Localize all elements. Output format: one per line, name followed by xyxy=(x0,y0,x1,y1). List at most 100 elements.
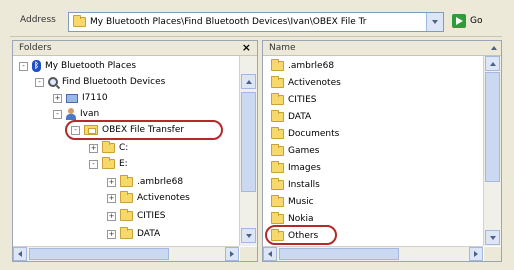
tree-item-activenotes[interactable]: + Activenotes xyxy=(107,190,190,206)
folder-icon xyxy=(120,191,133,203)
tree-item-my-bluetooth-places[interactable]: - ᛒ My Bluetooth Places xyxy=(19,58,136,74)
scroll-thumb[interactable] xyxy=(241,92,256,192)
folder-icon xyxy=(120,175,133,187)
collapse-icon[interactable]: - xyxy=(53,109,62,119)
expand-icon[interactable]: + xyxy=(107,177,116,187)
tree-item-label: I7110 xyxy=(82,93,108,103)
tree-item-label: .ambrle68 xyxy=(137,177,184,187)
tree-item-ivan[interactable]: - Ivan xyxy=(53,106,99,122)
computer-icon xyxy=(66,93,78,103)
arrow-left-icon xyxy=(268,251,272,257)
tree-item-e-drive[interactable]: - E: xyxy=(89,156,128,172)
tree-item-label: C: xyxy=(119,143,129,153)
folder-icon xyxy=(271,211,284,224)
go-button[interactable]: Go xyxy=(452,12,498,30)
scroll-up-button[interactable] xyxy=(241,74,256,89)
files-horizontal-scrollbar[interactable] xyxy=(263,246,483,261)
tree-item-c-drive[interactable]: + C: xyxy=(89,140,128,156)
folder-icon xyxy=(271,194,284,207)
tree-item-find-bluetooth-devices[interactable]: - Find Bluetooth Devices xyxy=(35,74,165,90)
list-item[interactable]: CITIES xyxy=(271,92,317,107)
expand-icon[interactable]: + xyxy=(107,211,116,221)
list-item[interactable]: Games xyxy=(271,143,319,158)
scroll-right-button[interactable] xyxy=(225,247,239,261)
arrow-down-icon xyxy=(245,233,252,238)
tree-item-label: DATA xyxy=(137,229,161,239)
collapse-icon[interactable]: - xyxy=(89,159,98,169)
tree-item-label: CITIES xyxy=(137,211,166,221)
go-label: Go xyxy=(470,16,483,26)
expand-icon[interactable]: + xyxy=(107,193,116,203)
folder-icon xyxy=(271,75,284,88)
address-bar: Address My Bluetooth Places\Find Bluetoo… xyxy=(10,6,502,37)
list-item[interactable]: Installs xyxy=(271,177,320,192)
scroll-thumb[interactable] xyxy=(29,248,169,260)
folders-pane-header: Folders × xyxy=(13,41,257,56)
folder-icon xyxy=(73,15,86,27)
folder-tree: - ᛒ My Bluetooth Places - Find Bluetooth… xyxy=(13,56,239,246)
collapse-icon[interactable]: - xyxy=(19,61,28,71)
folder-icon xyxy=(120,227,133,239)
folders-pane: Folders × - ᛒ My Bluetooth Places - Find… xyxy=(12,40,258,262)
expand-icon[interactable]: + xyxy=(107,229,116,239)
tree-item-cities[interactable]: + CITIES xyxy=(107,208,166,224)
scroll-thumb[interactable] xyxy=(485,72,500,182)
scroll-down-button[interactable] xyxy=(241,228,256,243)
address-field[interactable]: My Bluetooth Places\Find Bluetooth Devic… xyxy=(68,12,444,32)
arrow-right-icon xyxy=(474,251,478,257)
column-name-label: Name xyxy=(269,43,296,53)
expand-icon[interactable]: + xyxy=(89,143,98,153)
address-dropdown-button[interactable] xyxy=(426,13,443,31)
close-icon[interactable]: × xyxy=(242,41,251,54)
tree-item-label: Activenotes xyxy=(137,193,190,203)
arrow-up-icon xyxy=(245,79,252,84)
tree-item-label: OBEX File Transfer xyxy=(102,125,185,135)
tree-item-label: Ivan xyxy=(80,109,100,119)
folder-icon xyxy=(120,209,133,221)
tree-item-ambrle68[interactable]: + .ambrle68 xyxy=(107,174,183,190)
folder-icon xyxy=(271,58,284,71)
list-item[interactable]: DATA xyxy=(271,109,311,124)
list-item-label: Activenotes xyxy=(288,77,341,88)
folder-icon xyxy=(271,177,284,190)
collapse-icon[interactable]: - xyxy=(35,77,44,87)
list-item[interactable]: Images xyxy=(271,160,321,175)
files-vertical-scrollbar[interactable] xyxy=(483,56,501,246)
scroll-thumb[interactable] xyxy=(279,248,399,260)
tree-item-obex-file-transfer[interactable]: - OBEX File Transfer xyxy=(71,122,184,138)
scroll-left-button[interactable] xyxy=(13,247,27,261)
search-devices-icon xyxy=(48,77,58,87)
list-item-label: Installs xyxy=(288,179,320,190)
list-item[interactable]: Music xyxy=(271,194,314,209)
arrow-down-icon xyxy=(489,235,496,240)
list-item[interactable]: .ambrle68 xyxy=(271,58,334,73)
column-header-name[interactable]: Name xyxy=(263,41,501,56)
list-item-label: Others xyxy=(288,230,319,241)
list-item-label: DATA xyxy=(288,111,312,122)
bluetooth-icon: ᛒ xyxy=(32,60,41,72)
expand-icon[interactable]: + xyxy=(53,93,62,103)
list-item[interactable]: Documents xyxy=(271,126,339,141)
scrollbar-corner xyxy=(484,247,501,261)
list-item-label: Music xyxy=(288,196,314,207)
list-item-label: Documents xyxy=(288,128,340,139)
scroll-down-button[interactable] xyxy=(485,230,500,245)
tree-item-i7110[interactable]: + I7110 xyxy=(53,90,108,106)
scroll-up-button[interactable] xyxy=(485,56,500,71)
list-item[interactable]: Activenotes xyxy=(271,75,341,90)
address-path[interactable]: My Bluetooth Places\Find Bluetooth Devic… xyxy=(90,17,420,27)
folders-horizontal-scrollbar[interactable] xyxy=(13,246,239,261)
list-item[interactable]: Nokia xyxy=(271,211,313,226)
scroll-left-button[interactable] xyxy=(263,247,277,261)
file-list: .ambrle68 Activenotes CITIES DATA Docume… xyxy=(263,56,483,246)
folders-pane-title: Folders xyxy=(19,43,52,53)
scroll-right-button[interactable] xyxy=(469,247,483,261)
folder-icon xyxy=(102,141,115,153)
folder-icon xyxy=(271,92,284,105)
folders-vertical-scrollbar[interactable] xyxy=(239,56,257,246)
obex-folder-icon xyxy=(84,125,98,135)
chevron-down-icon xyxy=(432,20,438,24)
list-item[interactable]: Others xyxy=(271,228,318,243)
tree-item-data[interactable]: + DATA xyxy=(107,226,160,242)
collapse-icon[interactable]: - xyxy=(71,125,80,135)
